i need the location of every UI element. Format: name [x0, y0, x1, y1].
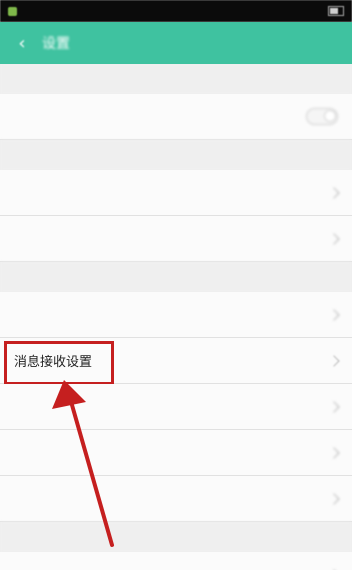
- settings-row[interactable]: [0, 170, 352, 216]
- chevron-right-icon: [328, 308, 340, 321]
- message-receive-settings-label: 消息接收设置: [14, 355, 93, 370]
- status-bar: [0, 0, 352, 22]
- back-button[interactable]: ‹: [12, 31, 32, 55]
- section-header: [0, 522, 352, 552]
- section-header: [0, 262, 352, 292]
- chevron-right-icon: [328, 492, 340, 505]
- settings-row[interactable]: [0, 216, 352, 262]
- row-right: [328, 354, 340, 367]
- status-right: [322, 6, 344, 16]
- status-left: [8, 6, 23, 16]
- row-right: [324, 232, 340, 245]
- chevron-right-icon: [328, 232, 340, 245]
- row-right: [328, 492, 340, 505]
- app-notification-icon: [8, 6, 17, 16]
- settings-row[interactable]: [0, 292, 352, 338]
- row-right: [324, 308, 340, 321]
- chevron-right-icon: [328, 186, 340, 199]
- section-header: [0, 140, 352, 170]
- toggle-switch-icon[interactable]: [306, 108, 338, 125]
- settings-row[interactable]: [0, 476, 352, 522]
- page-title: 设置: [42, 36, 70, 52]
- row-right: [306, 108, 338, 125]
- row-right: [328, 446, 340, 459]
- title-bar: ‹ 设置: [0, 22, 352, 64]
- chevron-right-icon: [328, 354, 340, 367]
- row-right: [324, 186, 340, 199]
- settings-row-toggle[interactable]: [0, 94, 352, 140]
- battery-icon: [328, 6, 344, 16]
- settings-row[interactable]: [0, 384, 352, 430]
- row-right: [328, 400, 340, 413]
- settings-row[interactable]: [0, 552, 352, 570]
- back-arrow-icon: ‹: [18, 32, 26, 54]
- settings-row[interactable]: [0, 430, 352, 476]
- settings-list: 消息接收设置: [0, 64, 352, 570]
- settings-row-message-receive[interactable]: 消息接收设置: [0, 338, 352, 385]
- chevron-right-icon: [328, 400, 340, 413]
- chevron-right-icon: [328, 446, 340, 459]
- section-header: [0, 64, 352, 94]
